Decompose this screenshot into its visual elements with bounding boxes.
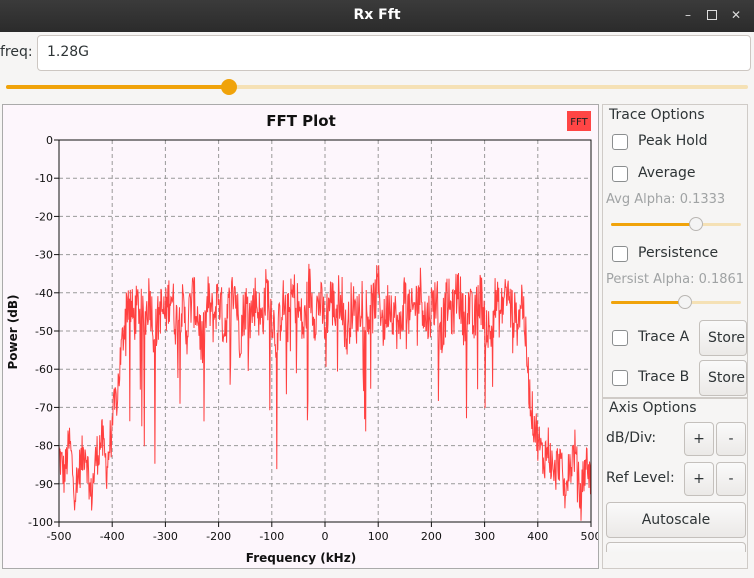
persist-alpha-fill [611,301,686,304]
freq-slider-handle[interactable] [220,79,237,95]
persistence-box[interactable] [612,246,628,262]
x-tick-label: 200 [421,530,442,543]
x-tick-label: -300 [153,530,178,543]
x-tick-label: 500 [581,530,599,543]
trace-b-box[interactable] [612,370,628,386]
y-tick-label: -90 [35,478,53,491]
close-icon[interactable]: ✕ [728,7,744,23]
freq-input[interactable]: 1.28G [37,35,751,71]
y-tick-label: -10 [35,172,53,185]
average-label: Average [638,165,696,181]
store-trace-b-button[interactable]: Store [699,360,747,396]
ref-level-plus-button[interactable]: + [684,462,714,496]
avg-alpha-label: Avg Alpha: [606,192,676,207]
x-tick-label: -100 [259,530,284,543]
persistence-label: Persistence [638,245,719,261]
y-tick-label: -30 [35,249,53,262]
y-tick-label: 0 [46,134,53,147]
fft-chart[interactable]: -500 -400 -300 -200 -100 0 100 200 300 400 500 0 -10… [3,105,602,568]
x-tick-label: 100 [368,530,389,543]
x-tick-label: -500 [47,530,72,543]
x-tick-label: 400 [527,530,548,543]
axis-options-title: Axis Options [609,400,697,416]
db-div-plus-button[interactable]: + [684,422,714,456]
x-tick-label: -400 [100,530,125,543]
avg-alpha-text: Avg Alpha: 0.1333 [606,192,725,207]
persist-alpha-label: Persist Alpha: [606,272,695,287]
x-tick-label: 300 [474,530,495,543]
freq-label: freq: [0,44,33,60]
trace-a-label: Trace A [638,329,690,345]
freq-slider-fill [6,85,229,89]
autoscale-button[interactable]: Autoscale [606,502,746,538]
avg-alpha-handle[interactable] [688,217,703,231]
fft-plot[interactable]: -500 -400 -300 -200 -100 0 100 200 300 400 500 0 -10… [2,104,602,569]
maximize-icon[interactable] [704,7,720,23]
persist-alpha-value: 0.1861 [698,272,745,287]
legend-label: FFT [570,117,588,128]
db-div-label: dB/Div: [606,430,657,446]
trace-options-title: Trace Options [609,107,705,123]
y-axis-label: Power (dB) [6,294,20,369]
x-tick-label: -200 [206,530,231,543]
freq-value: 1.28G [47,44,90,60]
db-div-minus-button[interactable]: - [716,422,746,456]
peak-hold-label: Peak Hold [638,133,708,149]
x-axis-label: Frequency (kHz) [246,551,356,565]
store-trace-a-button[interactable]: Store [699,320,747,356]
title-bar: Rx Fft – ✕ [0,0,754,32]
peak-hold-box[interactable] [612,134,628,150]
y-tick-label: -40 [35,287,53,300]
minimize-icon[interactable]: – [680,7,696,23]
trace-b-label: Trace B [638,369,690,385]
y-tick-label: -70 [35,401,53,414]
window-title: Rx Fft [353,7,401,23]
persist-alpha-text: Persist Alpha: 0.1861 [606,272,744,287]
average-box[interactable] [612,166,628,182]
control-panel: Trace Options Peak Hold Average Avg Alph… [602,104,752,569]
y-tick-label: -80 [35,440,53,453]
trace-a-box[interactable] [612,330,628,346]
chart-title: FFT Plot [266,112,336,130]
y-tick-label: -50 [35,325,53,338]
ref-level-label: Ref Level: [606,470,675,486]
x-tick-label: 0 [322,530,329,543]
avg-alpha-fill [611,223,696,226]
avg-alpha-value: 0.1333 [679,192,726,207]
y-tick-label: -60 [35,363,53,376]
persist-alpha-handle[interactable] [678,295,693,309]
y-tick-label: -20 [35,210,53,223]
y-tick-label: -100 [28,516,53,529]
ref-level-minus-button[interactable]: - [716,462,746,496]
